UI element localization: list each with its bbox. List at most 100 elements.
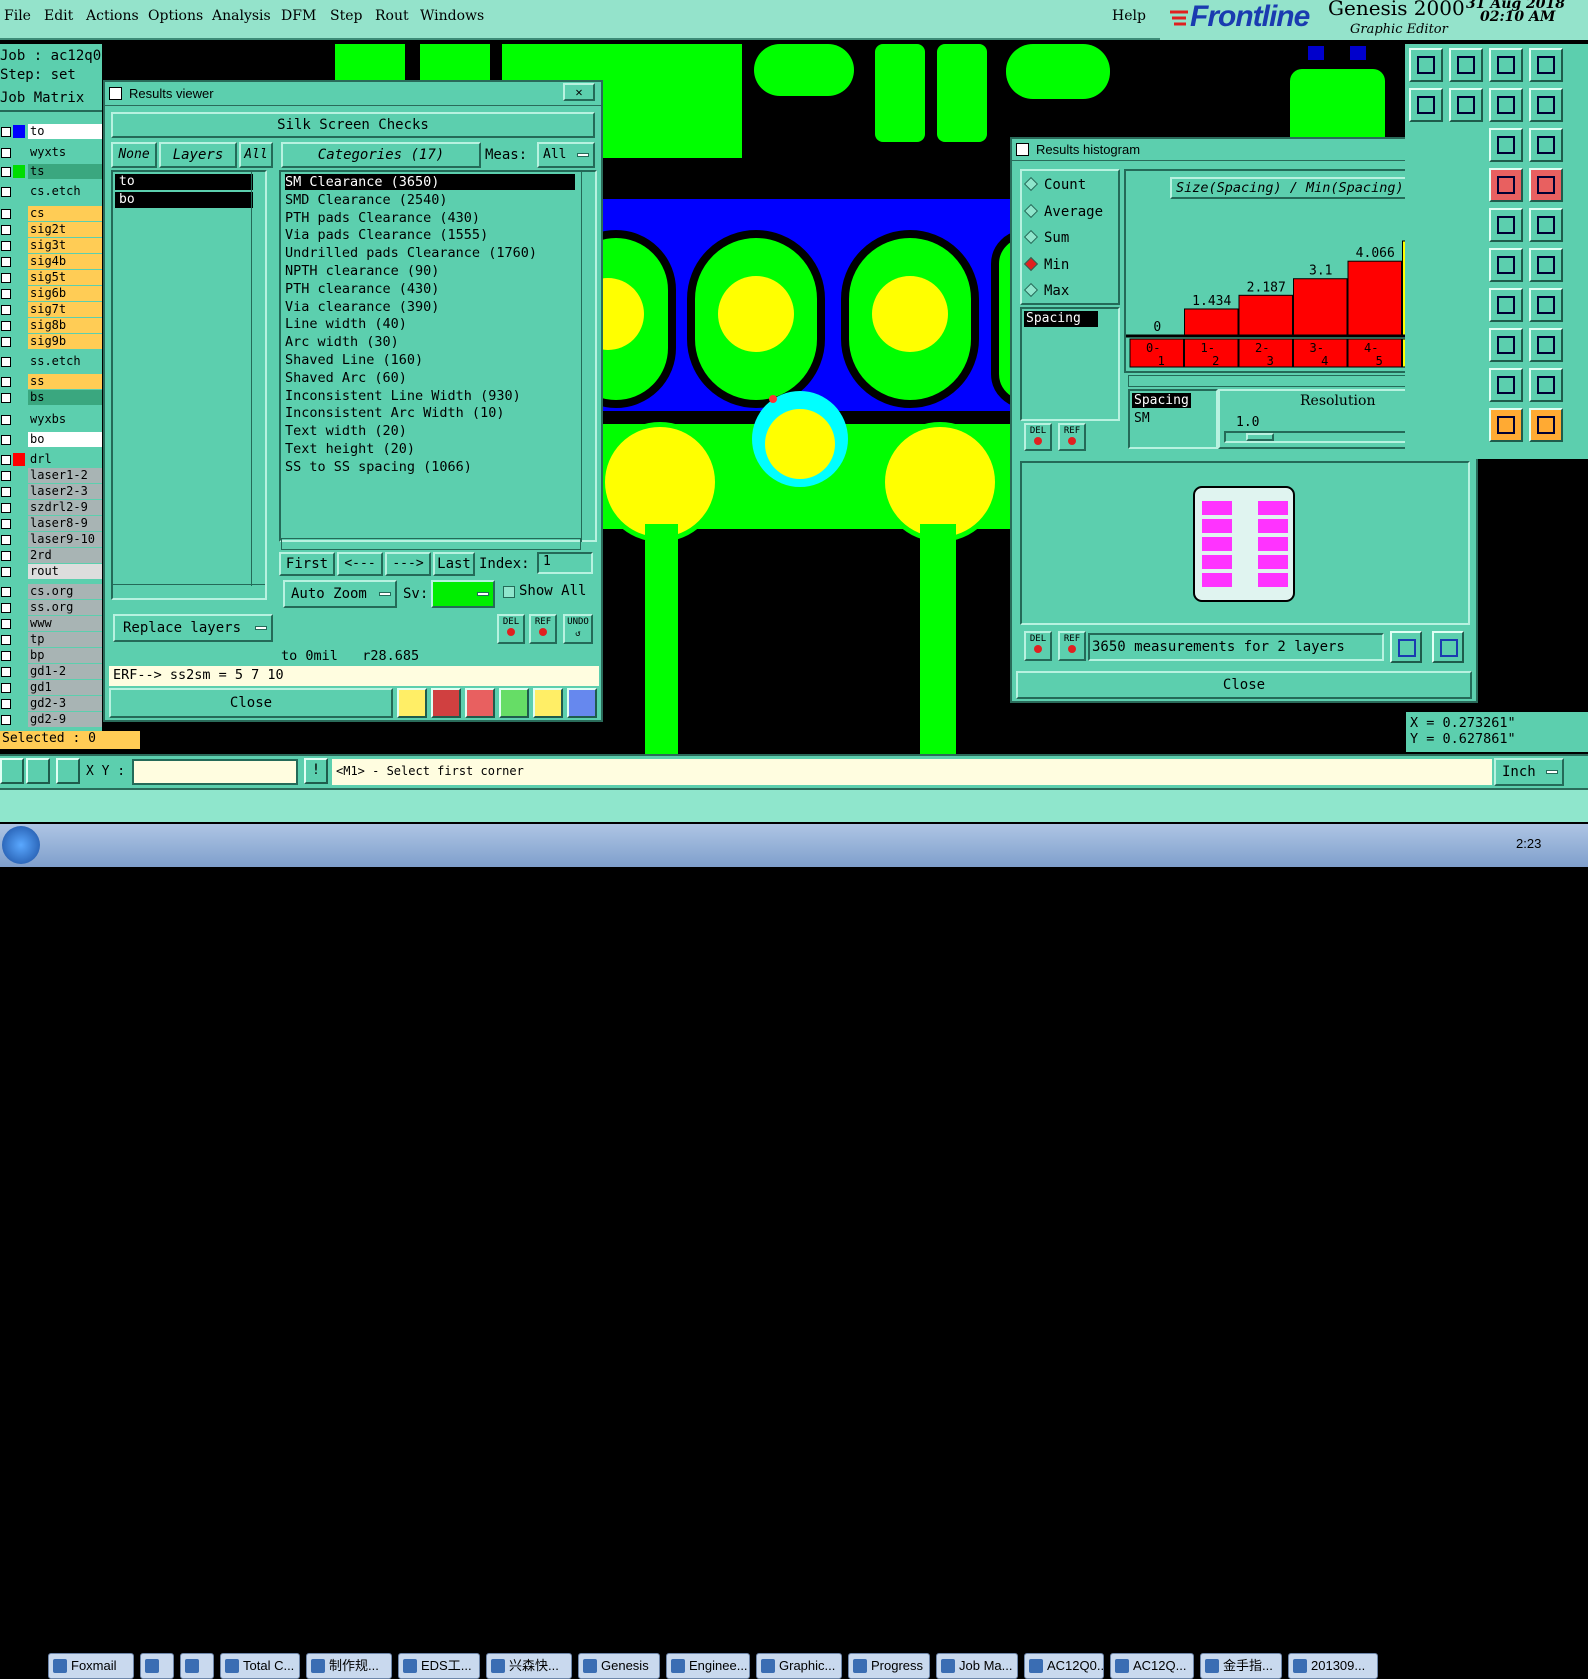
categories-button[interactable]: Categories (17) xyxy=(281,142,481,168)
layer-name[interactable]: sig7t xyxy=(28,302,102,317)
layer-row-2rd[interactable]: 2rd xyxy=(0,548,102,564)
unit-select[interactable]: Inch xyxy=(1494,758,1564,786)
select-icon[interactable] xyxy=(1489,408,1523,442)
layer-name[interactable]: laser2-3 xyxy=(28,484,102,499)
layer-checkbox[interactable] xyxy=(1,503,11,513)
notes-icon[interactable] xyxy=(533,688,563,718)
category-item[interactable]: NPTH clearance (90) xyxy=(285,263,439,279)
layer-row-gd2-9[interactable]: gd2-9 xyxy=(0,712,102,728)
layer-checkbox[interactable] xyxy=(1,289,11,299)
layer-row-ss[interactable]: ss xyxy=(0,374,102,390)
layer-color-swatch[interactable] xyxy=(13,271,25,284)
slider-thumb[interactable] xyxy=(1246,433,1274,441)
layer-name[interactable]: ss xyxy=(28,374,102,389)
category-item[interactable]: Text height (20) xyxy=(285,441,415,457)
layer-color-swatch[interactable] xyxy=(13,549,25,562)
copy-icon[interactable] xyxy=(1529,328,1563,362)
layer-color-swatch[interactable] xyxy=(13,255,25,268)
category-item[interactable]: PTH pads Clearance (430) xyxy=(285,210,480,226)
screen-icon[interactable] xyxy=(431,688,461,718)
meas-select[interactable]: All xyxy=(537,142,595,168)
layer-checkbox[interactable] xyxy=(1,651,11,661)
layer-name[interactable]: cs xyxy=(28,206,102,221)
zoom-out-icon[interactable] xyxy=(1449,88,1483,122)
sv-color-select[interactable] xyxy=(431,580,495,608)
measure-list-item[interactable]: Spacing xyxy=(1024,311,1098,327)
redraw-icon[interactable] xyxy=(1489,88,1523,122)
layer-color-swatch[interactable] xyxy=(13,185,25,198)
text-icon[interactable] xyxy=(1489,368,1523,402)
layer-row-gd1[interactable]: gd1 xyxy=(0,680,102,696)
del-button[interactable]: DEL xyxy=(1024,631,1052,661)
all-button[interactable]: All xyxy=(239,142,273,168)
measure-list[interactable]: Spacing xyxy=(1020,307,1120,421)
layer-row-gd1-2[interactable]: gd1-2 xyxy=(0,664,102,680)
layer-color-swatch[interactable] xyxy=(13,146,25,159)
layer-name[interactable]: bp xyxy=(28,648,102,663)
auto-zoom-select[interactable]: Auto Zoom xyxy=(283,580,397,608)
menu-rout[interactable]: Rout xyxy=(375,8,409,24)
layer-checkbox[interactable] xyxy=(1,567,11,577)
layer-name[interactable]: www xyxy=(28,616,102,631)
layer-row-www[interactable]: www xyxy=(0,616,102,632)
taskbar-item[interactable]: 制作规... xyxy=(306,1653,392,1679)
delete-result-icon[interactable] xyxy=(465,688,495,718)
pick-icon[interactable] xyxy=(0,758,24,784)
ref-button[interactable]: REF xyxy=(529,614,557,644)
layer-checkbox[interactable] xyxy=(1,667,11,677)
category-item[interactable]: Via pads Clearance (1555) xyxy=(285,227,488,243)
show-all-checkbox[interactable] xyxy=(503,586,515,598)
xy-input[interactable] xyxy=(132,759,298,785)
ruler-icon[interactable] xyxy=(1489,208,1523,242)
layer-name[interactable]: gd2-3 xyxy=(28,696,102,711)
layer-color-swatch[interactable] xyxy=(13,617,25,630)
first-button[interactable]: First xyxy=(279,552,335,576)
angle-icon[interactable] xyxy=(26,758,50,784)
home-icon[interactable] xyxy=(1489,48,1523,82)
layer-row-ss.org[interactable]: ss.org xyxy=(0,600,102,616)
mode-option-sum[interactable]: Sum xyxy=(1023,228,1069,250)
layer-checkbox[interactable] xyxy=(1,699,11,709)
taskbar-item[interactable] xyxy=(180,1653,214,1679)
layer-checkbox[interactable] xyxy=(1,715,11,725)
vertical-scrollbar[interactable] xyxy=(581,172,595,542)
layer-color-swatch[interactable] xyxy=(13,713,25,726)
layer-checkbox[interactable] xyxy=(1,603,11,613)
layers-button[interactable]: Layers xyxy=(159,142,237,168)
layer-name[interactable]: szdrl2-9 xyxy=(28,500,102,515)
ref-button[interactable]: REF xyxy=(1058,631,1086,661)
layer-color-swatch[interactable] xyxy=(13,681,25,694)
layer-name[interactable]: laser1-2 xyxy=(28,468,102,483)
start-button[interactable] xyxy=(2,826,40,864)
layer-checkbox[interactable] xyxy=(1,225,11,235)
ref-button[interactable]: REF xyxy=(1058,423,1086,451)
none-button[interactable]: None xyxy=(111,142,157,168)
snap-icon[interactable] xyxy=(1529,88,1563,122)
layer-name[interactable]: ts xyxy=(28,164,102,179)
category-item[interactable]: Via clearance (390) xyxy=(285,299,439,315)
scale-icon[interactable] xyxy=(1489,128,1523,162)
select2-icon[interactable] xyxy=(1529,408,1563,442)
layer-checkbox[interactable] xyxy=(1,487,11,497)
spacing-item[interactable]: Spacing xyxy=(1132,393,1191,408)
layer-row-sig4b[interactable]: sig4b xyxy=(0,254,102,270)
layer-row-sig8b[interactable]: sig8b xyxy=(0,318,102,334)
layer-color-swatch[interactable] xyxy=(13,649,25,662)
vertical-scrollbar[interactable] xyxy=(251,172,265,586)
layer-color-swatch[interactable] xyxy=(13,633,25,646)
category-item[interactable]: PTH clearance (430) xyxy=(285,281,439,297)
layer-row-szdrl2-9[interactable]: szdrl2-9 xyxy=(0,500,102,516)
layer-checkbox[interactable] xyxy=(1,455,11,465)
menu-analysis[interactable]: Analysis xyxy=(212,8,271,24)
measure-icon[interactable] xyxy=(1489,168,1523,202)
layer-checkbox[interactable] xyxy=(1,209,11,219)
layer-row-laser8-9[interactable]: laser8-9 xyxy=(0,516,102,532)
horizontal-scrollbar[interactable] xyxy=(281,538,581,550)
radio-icon[interactable] xyxy=(1023,283,1039,298)
radio-icon[interactable] xyxy=(1023,256,1039,271)
layer-name[interactable]: laser8-9 xyxy=(28,516,102,531)
category-item[interactable]: SM Clearance (3650) xyxy=(285,174,575,190)
undo-button[interactable]: UNDO ↺ xyxy=(563,614,593,644)
line-icon[interactable] xyxy=(1489,248,1523,282)
text2-icon[interactable] xyxy=(1529,368,1563,402)
